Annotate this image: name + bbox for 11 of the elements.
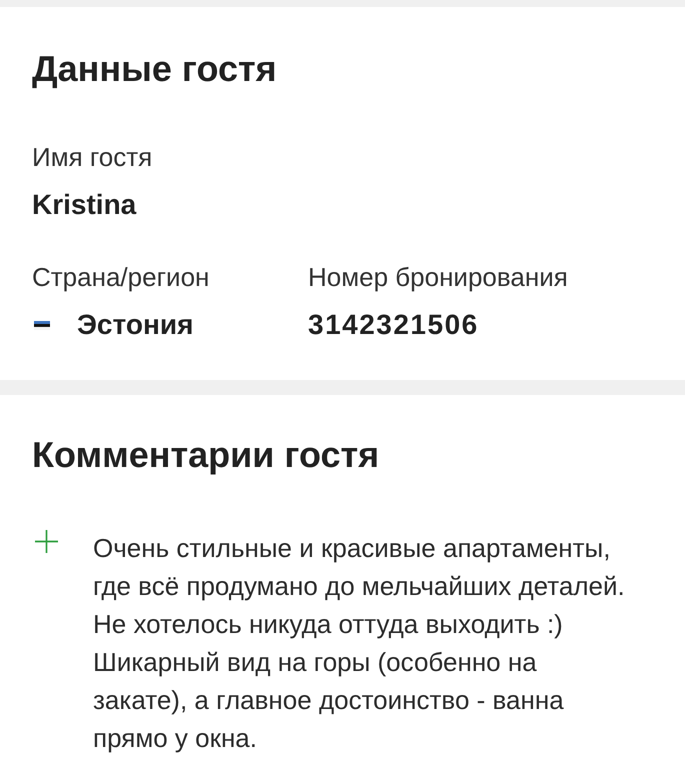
field-label: Имя гостя	[32, 142, 154, 172]
field-value: Kristina	[32, 189, 138, 221]
comment-text: Очень стильные и красивые апартаменты, где всё продумано до мельчайших деталей. Не хотелось никуда оттуда выходить :) Шикарный вид на горы (особенно на закате), а главное достоинство - ванна прямо у окна.	[93, 532, 626, 755]
field-label: Страна/регион	[32, 262, 210, 292]
section-title: Данные гостя	[32, 49, 278, 89]
field-value: Эстония	[77, 309, 194, 341]
plus-icon	[35, 530, 58, 553]
field-value: 3142321506	[308, 309, 480, 341]
flag-icon	[34, 320, 50, 330]
section-title: Комментарии гостя	[32, 435, 380, 475]
field-label: Номер бронирования	[308, 262, 568, 292]
